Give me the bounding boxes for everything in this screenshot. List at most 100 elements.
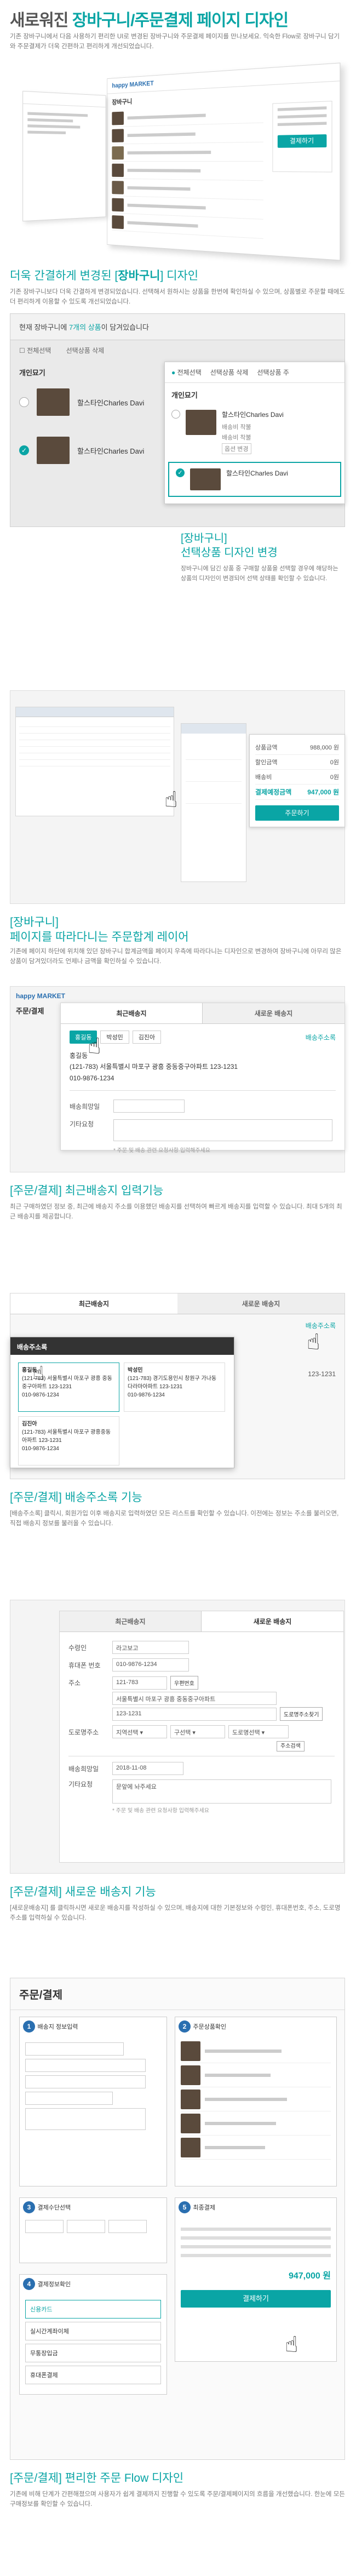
order-button[interactable]: 주문하기: [255, 805, 339, 821]
field-label-address: 주소: [68, 1679, 81, 1687]
field-label-phone: 휴대폰 번호: [68, 1661, 101, 1669]
address-card-phone: 010-9876-1234: [128, 1392, 165, 1398]
tab-recent-address[interactable]: 최근배송지: [61, 1003, 203, 1023]
summary-rows: 상품금액 988,000 원 할인금액 0원 배송비 0원 결제예정금액 947,000 원: [255, 740, 339, 800]
zip-search-button[interactable]: 우편번호: [170, 1676, 198, 1690]
field-label-memo: 기타요청: [68, 1781, 93, 1788]
address-card[interactable]: 박성민 (121-783) 경기도용인시 창원구 가나동 다라마아파트 123-1…: [124, 1363, 225, 1412]
section6-heading: [주문/결제] 새로운 배송지 기능: [10, 1886, 156, 1898]
address-card-addr: (121-783) 서울특별시 마포구 광흥중동 아파트 123-1231: [22, 1429, 111, 1444]
address1-input[interactable]: 서울특별시 마포구 광흥 중동중구아파트: [112, 1692, 277, 1705]
tab-new-address[interactable]: 새로운 배송지: [202, 1611, 343, 1632]
summary-label: 할인금액: [255, 759, 278, 766]
name-input[interactable]: 라고보고: [112, 1641, 189, 1654]
step-box-1: 1 배송지 정보입력: [19, 2017, 167, 2186]
title-accent: 장바구니/주문결제 페이지 디자인: [72, 12, 289, 30]
item-thumbnail: [37, 437, 70, 464]
step-box-3: 3 결제수단선택: [19, 2197, 167, 2263]
select-all-label: 전체선택: [27, 347, 51, 354]
final-pay-button[interactable]: 결제하기: [181, 2290, 331, 2308]
recent-address-detail: 홍길동 (121-783) 서울특별시 마포구 광흥 중동중구아파트 123-1…: [61, 1050, 344, 1084]
address2-input[interactable]: 123-1231: [112, 1707, 277, 1721]
city-select[interactable]: 지역선택 ▾: [112, 1725, 167, 1738]
recent-chip-kim[interactable]: 김진아: [132, 1031, 162, 1044]
delivery-date-input[interactable]: 2018-11-08: [112, 1762, 183, 1775]
field-label-date: 배송희망일: [68, 1765, 99, 1773]
page: 새로워진 장바구니/주문결제 페이지 디자인 기존 장바구니에서 다음 사용하기…: [0, 0, 356, 2558]
field-label-name: 수령인: [68, 1644, 87, 1652]
zoom-thumbnail: [190, 468, 221, 490]
new-address-form: 최근배송지 새로운 배송지 수령인 라고보고 휴대폰 번호 010-9876-1…: [59, 1611, 344, 1863]
pay-method-option[interactable]: 신용카드: [25, 2300, 161, 2319]
pointer-cursor-icon: ☝: [88, 1034, 101, 1058]
district-select[interactable]: 구선택 ▾: [170, 1725, 225, 1738]
zoom-checked-icon[interactable]: ✓: [176, 468, 185, 477]
item-check-icon[interactable]: [19, 397, 29, 407]
zoom-item-name: 할스타인Charles Davi: [222, 411, 284, 419]
section6-desc: [새로운배송지] 를 클릭하시면 새로운 배송지를 작성하실 수 있으며, 배송…: [10, 1905, 341, 1922]
summary-label: 상품금액: [255, 745, 278, 751]
summary-value: 0원: [330, 774, 339, 781]
flow-page-title: 주문/결제: [19, 1989, 63, 2001]
address-book-link[interactable]: 배송주소록: [306, 1033, 336, 1042]
order-flow-mockup: 주문/결제 1 배송지 정보입력 2 주문상품확인 3 결제수단선택 5 최종결…: [10, 1978, 345, 2460]
mockup-order-button[interactable]: 결제하기: [277, 134, 327, 148]
zoom-heading: [장바구니] 선택상품 디자인 변경: [181, 533, 278, 559]
recent-address-panel: 최근배송지 새로운 배송지 홍길동 박성민 김진아 배송주소록 홍길동 (121…: [60, 1003, 345, 1154]
address-card[interactable]: 김진아 (121-783) 서울특별시 마포구 광흥중동 아파트 123-1231…: [18, 1416, 119, 1466]
delete-selected-button[interactable]: 선택상품 삭제: [66, 347, 105, 354]
section3-desc: 기존에 페이지 하단에 위치해 있던 장바구니 합계금액을 페이지 우측에 따라…: [10, 948, 342, 965]
zoom-item[interactable]: 할스타인Charles Davi 배송비 착불 배송비 착불 옵션 변경: [165, 407, 344, 457]
select-all-checkbox[interactable]: ☐: [19, 347, 27, 354]
summary-row: 배송비 0원: [255, 770, 339, 785]
pay-method-option[interactable]: 실시간계좌이체: [25, 2322, 161, 2340]
tab-new-address[interactable]: 새로운 배송지: [203, 1003, 344, 1023]
road-address-search-button[interactable]: 도로명주소찾기: [280, 1707, 323, 1721]
pay-method-option[interactable]: 휴대폰결제: [25, 2366, 161, 2384]
date-input[interactable]: [113, 1100, 185, 1113]
summary-value: 947,000 원: [307, 788, 339, 796]
recipient-phone: 010-9876-1234: [70, 1074, 114, 1082]
zoom-toolbar: ● 전체선택 선택상품 삭제 선택상품 주: [165, 362, 344, 383]
recipient-name: 홍길동: [70, 1052, 88, 1060]
zoom-check-icon[interactable]: [171, 410, 180, 419]
item-thumbnail: [37, 388, 70, 416]
summary-value: 988,000 원: [310, 745, 339, 751]
summary-row: 할인금액 0원: [255, 755, 339, 770]
address-book-modal: 배송주소록 홍길동 (121-783) 서울특별시 마포구 광흥 중동중구아파트 …: [10, 1337, 234, 1468]
recent-chip-park[interactable]: 박성민: [100, 1031, 129, 1044]
floating-summary-layer: 상품금액 988,000 원 할인금액 0원 배송비 0원 결제예정금액 947,000 원 …: [249, 734, 345, 827]
phone-input[interactable]: 010-9876-1234: [112, 1658, 189, 1671]
address-card-addr: (121-783) 경기도용인시 창원구 가나동 다라마아파트 123-1231: [128, 1376, 217, 1390]
section4-desc: 최근 구매하였던 정보 중, 최근에 배송지 주소를 이용했던 배송지를 선택하…: [10, 1204, 342, 1221]
cart-mockup-side: [22, 90, 106, 222]
step-box-2: 2 주문상품확인: [175, 2017, 337, 2186]
address-book-section: 최근배송지 새로운 배송지 배송주소록 123-1231 ☝ 배송주소록 홍길동…: [0, 1293, 356, 1600]
modal-title: 배송주소록: [10, 1337, 234, 1355]
item-checked-icon[interactable]: ✓: [19, 445, 29, 455]
pointer-cursor-icon: ☝: [33, 1363, 44, 1384]
memo-input[interactable]: [113, 1119, 332, 1142]
address-card-phone: 010-9876-1234: [22, 1446, 59, 1452]
tab-recent-address[interactable]: 최근배송지: [60, 1611, 202, 1632]
zoom-item-name: 할스타인Charles Davi: [226, 470, 288, 477]
zoom-item-selected[interactable]: ✓ 할스타인Charles Davi: [168, 462, 341, 497]
road-select[interactable]: 도로명선택 ▾: [228, 1725, 289, 1738]
address-book-link[interactable]: 배송주소록: [306, 1321, 336, 1330]
option-change-button[interactable]: 옵션 변경: [222, 443, 251, 454]
memo-note: * 주문 및 배송 관련 요청사항 입력해주세요: [113, 1148, 210, 1154]
recipient-address: (121-783) 서울특별시 마포구 광흥 중동중구아파트 123-1231: [70, 1063, 238, 1071]
tab-recent-address[interactable]: 최근배송지: [10, 1293, 177, 1314]
pay-method-option[interactable]: 무통장입금: [25, 2344, 161, 2362]
pointer-cursor-icon: ☝: [307, 1330, 320, 1354]
cart-design-section: 더욱 간결하게 변경된 [장바구니] 디자인 기존 장바구니보다 더욱 간결하게…: [0, 268, 356, 690]
tab-new-address[interactable]: 새로운 배송지: [177, 1293, 344, 1314]
summary-row: 결제예정금액 947,000 원: [255, 785, 339, 800]
flow-total: 947,000 원: [288, 2271, 331, 2281]
road-search-button[interactable]: 주소검색: [277, 1741, 305, 1751]
zip-input[interactable]: 121-783: [112, 1676, 167, 1690]
section7-desc: 기존에 비해 단계가 간편해졌으며 사용자가 쉽게 결제까지 진행할 수 있도록…: [10, 2491, 345, 2508]
summary-label: 결제예정금액: [255, 788, 292, 796]
address-card-name: 박성민: [128, 1367, 143, 1373]
memo-textarea[interactable]: 문앞에 놔주세요: [112, 1779, 331, 1804]
